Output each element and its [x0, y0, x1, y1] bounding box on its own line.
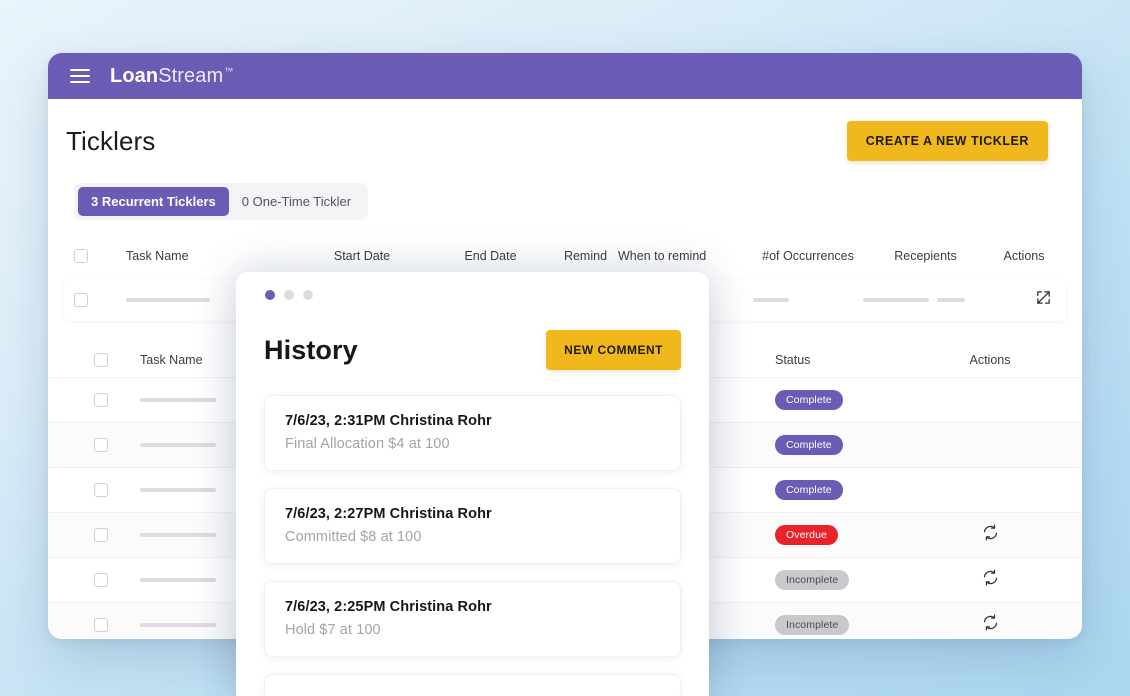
cell-status: Complete: [775, 435, 920, 455]
row-checkbox[interactable]: [94, 573, 140, 587]
column-header-status: Status: [775, 353, 811, 367]
status-badge: Complete: [775, 435, 843, 455]
row-checkbox[interactable]: [94, 618, 140, 632]
column-header-start-date: Start Date: [333, 249, 391, 263]
app-topbar: LoanStream™: [48, 53, 1082, 99]
create-a-new-tickler-button[interactable]: CREATE A NEW TICKLER: [846, 121, 1048, 161]
cell-status: Incomplete: [775, 570, 920, 590]
status-badge: Incomplete: [775, 570, 850, 590]
history-entry-detail: Final Allocation $4 at 100: [285, 436, 450, 452]
carousel-dots: [264, 272, 681, 300]
hamburger-icon[interactable]: [70, 68, 90, 84]
carousel-dot-1[interactable]: [265, 290, 275, 300]
cell-status: Incomplete: [775, 615, 920, 635]
row-checkbox[interactable]: [94, 483, 140, 497]
column-header-recepients: Recepients: [894, 249, 957, 263]
page-header: Ticklers CREATE A NEW TICKLER: [48, 99, 1082, 161]
column-header-actions: Actions: [1003, 249, 1045, 263]
refresh-icon[interactable]: [982, 614, 999, 636]
status-badge: Incomplete: [775, 615, 850, 635]
carousel-dot-3[interactable]: [303, 290, 313, 300]
row-checkbox[interactable]: [94, 393, 140, 407]
refresh-icon[interactable]: [982, 524, 999, 546]
column-header-end-date: End Date: [464, 249, 517, 263]
select-all-checkbox-2[interactable]: [94, 353, 140, 367]
status-badge: Complete: [775, 390, 843, 410]
row-checkbox[interactable]: [94, 438, 140, 452]
brand-strong: Loan: [110, 64, 159, 87]
history-modal-header: History NEW COMMENT: [264, 330, 681, 370]
column-header-occurrences: #of Occurrences: [762, 249, 854, 263]
edit-icon[interactable]: [1035, 289, 1052, 311]
row-checkbox[interactable]: [94, 528, 140, 542]
column-header-when-to-remind: When to remind: [618, 249, 707, 263]
cell-actions: [920, 614, 1060, 636]
refresh-icon[interactable]: [982, 569, 999, 591]
status-badge: Complete: [775, 480, 843, 500]
page-title: Ticklers: [66, 125, 156, 156]
cell-status: Complete: [775, 390, 920, 410]
column-header-actions-2: Actions: [969, 353, 1011, 367]
select-all-checkbox[interactable]: [74, 249, 126, 263]
column-header-remind: Remind: [563, 249, 608, 263]
cell-status: Overdue: [775, 525, 920, 545]
tab-recurrent-ticklers[interactable]: 3 Recurrent Ticklers: [78, 187, 229, 216]
history-modal: History NEW COMMENT 7/6/23, 2:31PM Chris…: [236, 272, 709, 696]
cell-occurrences: [753, 298, 863, 302]
row-checkbox[interactable]: [74, 293, 126, 307]
status-badge: Overdue: [775, 525, 838, 545]
tab-one-time-tickler[interactable]: 0 One-Time Tickler: [229, 187, 364, 216]
history-entry[interactable]: 7/6/23, 2:25PM Christina Rohr Hold $7 at…: [264, 581, 681, 657]
tickler-tabs: 3 Recurrent Ticklers 0 One-Time Tickler: [74, 183, 369, 220]
cell-recepients: [863, 298, 988, 302]
cell-actions: [920, 569, 1060, 591]
brand-light: Stream: [158, 64, 224, 87]
history-entry-list: 7/6/23, 2:31PM Christina Rohr Final Allo…: [264, 395, 681, 696]
history-entry-meta: 7/6/23, 2:25PM Christina Rohr: [285, 599, 492, 615]
history-entry-partial[interactable]: [264, 674, 681, 696]
column-header-task-name: Task Name: [126, 249, 189, 263]
history-entry-detail: Hold $7 at 100: [285, 622, 381, 638]
trademark-mark: ™: [224, 65, 234, 76]
app-logo: LoanStream™: [110, 65, 233, 88]
history-entry-meta: 7/6/23, 2:27PM Christina Rohr: [285, 506, 492, 522]
cell-status: Complete: [775, 480, 920, 500]
table-one-header-row: Task Name Start Date End Date Remind Whe…: [48, 239, 1082, 273]
history-title: History: [264, 334, 358, 365]
cell-actions: [920, 524, 1060, 546]
history-entry[interactable]: 7/6/23, 2:31PM Christina Rohr Final Allo…: [264, 395, 681, 471]
history-entry-meta: 7/6/23, 2:31PM Christina Rohr: [285, 413, 492, 429]
history-entry[interactable]: 7/6/23, 2:27PM Christina Rohr Committed …: [264, 488, 681, 564]
new-comment-button[interactable]: NEW COMMENT: [546, 330, 681, 370]
carousel-dot-2[interactable]: [284, 290, 294, 300]
history-entry-detail: Committed $8 at 100: [285, 529, 422, 545]
